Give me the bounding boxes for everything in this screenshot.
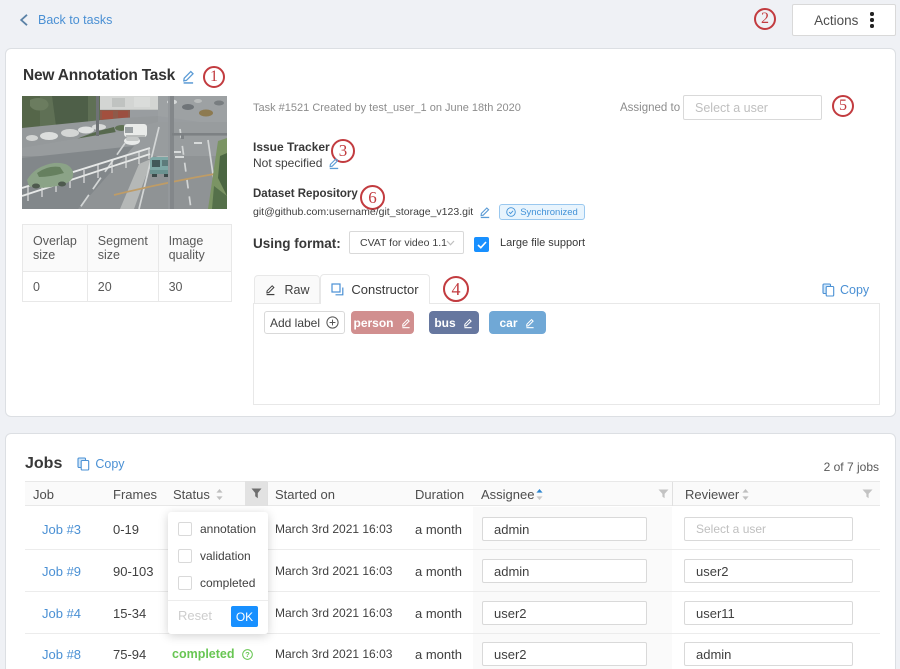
svg-text:?: ? — [245, 650, 250, 659]
